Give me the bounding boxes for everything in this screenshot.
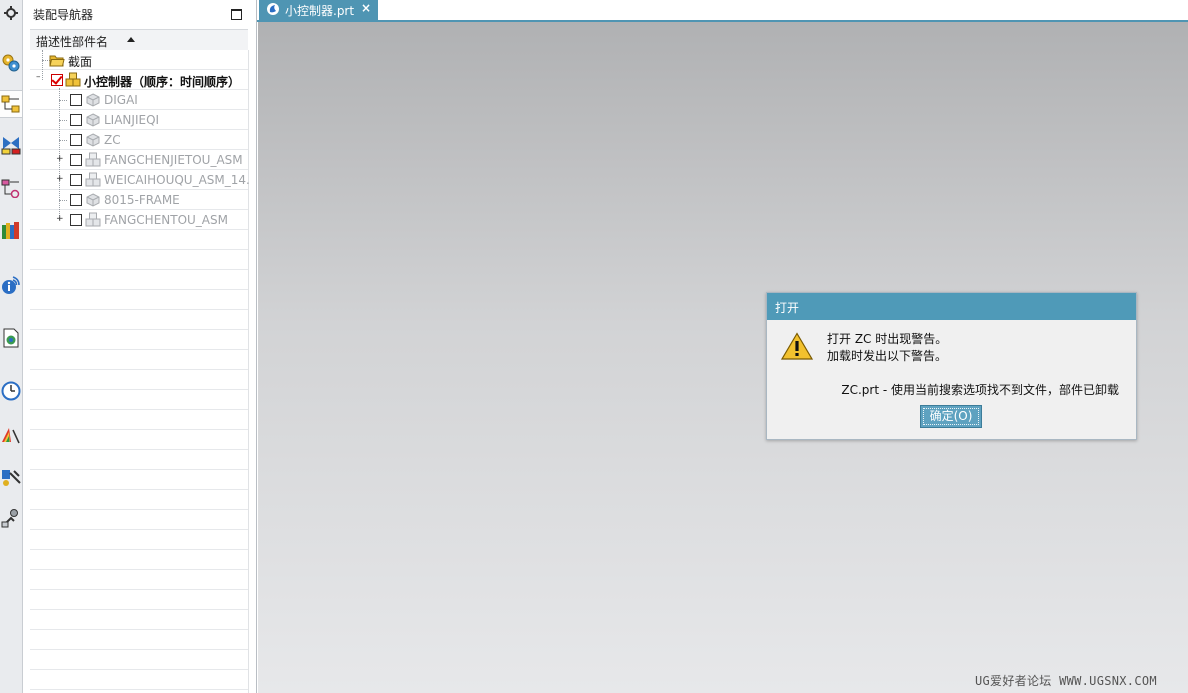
tree-row-part[interactable]: ZC: [30, 130, 248, 150]
web-browser-icon[interactable]: [0, 325, 22, 351]
visibility-checkbox[interactable]: [70, 194, 82, 206]
maximize-icon[interactable]: [231, 9, 242, 20]
open-warning-dialog: 打开 打开 ZC 时出现警告。 加载时发出以下警告。 ZC.prt - 使用当前…: [766, 292, 1137, 440]
tree-row-subassembly[interactable]: + FANGCHENJIETOU_ASM: [30, 150, 248, 170]
tree-row-part[interactable]: 8015-FRAME: [30, 190, 248, 210]
tree-row-part[interactable]: LIANJIEQI: [30, 110, 248, 130]
watermark-text: UG爱好者论坛 WWW.UGSNX.COM: [975, 674, 1157, 688]
visibility-checkbox[interactable]: [70, 94, 82, 106]
assembly-icon: [65, 72, 81, 87]
part-cube-icon: [86, 113, 100, 127]
tree-row-label: ZC: [104, 133, 121, 147]
close-icon[interactable]: ×: [361, 1, 371, 15]
warning-icon: [781, 332, 813, 360]
tree-row-label: 小控制器（顺序：时间顺序）: [84, 75, 241, 89]
subassembly-icon: [85, 172, 101, 187]
tree-row-part[interactable]: DIGAI: [30, 90, 248, 110]
part-cube-icon: [86, 93, 100, 107]
reuse-library-icon[interactable]: [0, 217, 22, 243]
info-icon[interactable]: [0, 272, 22, 298]
assembly-navigator-icon[interactable]: [0, 90, 22, 118]
visibility-checkbox[interactable]: [70, 114, 82, 126]
visibility-checkbox[interactable]: [70, 134, 82, 146]
roles-icon[interactable]: [0, 505, 22, 531]
expand-icon[interactable]: +: [56, 175, 64, 184]
subassembly-icon: [85, 212, 101, 227]
visibility-checkbox[interactable]: [70, 154, 82, 166]
process-studio-icon[interactable]: [0, 464, 22, 490]
visibility-checkbox[interactable]: [70, 214, 82, 226]
tree-row-subassembly[interactable]: + FANGCHENTOU_ASM: [30, 210, 248, 230]
tree-row-label: FANGCHENTOU_ASM: [104, 213, 228, 227]
visibility-checkbox[interactable]: [70, 174, 82, 186]
dialog-title: 打开: [775, 301, 800, 315]
nx-part-icon: [267, 3, 279, 15]
assembly-tree: 截面 – 小控制器（顺序：时间顺序） DIGAI LIANJIEQI ZC + …: [30, 50, 250, 693]
sort-ascending-icon: [127, 37, 135, 42]
visualization-icon[interactable]: [0, 422, 22, 448]
tree-row-section-folder[interactable]: 截面: [30, 50, 248, 70]
dialog-message-line1: 打开 ZC 时出现警告。: [827, 332, 948, 346]
tree-row-label: FANGCHENJIETOU_ASM: [104, 153, 243, 167]
history-icon[interactable]: [0, 378, 22, 404]
collapse-icon[interactable]: –: [36, 73, 43, 82]
ok-button[interactable]: 确定(O): [920, 405, 982, 428]
tree-row-label: 8015-FRAME: [104, 193, 180, 207]
tab-part-file[interactable]: 小控制器.prt ×: [259, 0, 378, 20]
constraint-navigator-icon[interactable]: [0, 132, 22, 158]
dialog-detail-message: ZC.prt - 使用当前搜索选项找不到文件，部件已卸载: [841, 383, 1119, 397]
tree-row-label: WEICAIHOUQU_ASM_14.: [104, 173, 250, 187]
settings-gear-icon[interactable]: [0, 0, 22, 26]
expand-icon[interactable]: +: [56, 215, 64, 224]
navigator-title: 装配导航器: [33, 8, 94, 22]
folder-icon: [49, 55, 65, 67]
column-header-label: 描述性部件名: [36, 35, 109, 49]
subassembly-icon: [85, 152, 101, 167]
assembly-gears-icon[interactable]: [0, 50, 22, 76]
tab-label: 小控制器.prt: [285, 4, 355, 18]
tree-row-subassembly[interactable]: + WEICAIHOUQU_ASM_14.: [30, 170, 250, 190]
tree-row-root-assembly[interactable]: – 小控制器（顺序：时间顺序）: [30, 70, 248, 90]
part-cube-icon: [86, 193, 100, 207]
expand-icon[interactable]: +: [56, 155, 64, 164]
assembly-navigator-panel: 装配导航器 描述性部件名 截面 – 小控制器（顺序：时间顺序） DIGAI LI…: [23, 0, 257, 693]
tree-row-label: DIGAI: [104, 93, 138, 107]
dialog-message-line2: 加载时发出以下警告。: [827, 349, 948, 363]
dialog-title-bar[interactable]: 打开: [767, 293, 1136, 320]
part-cube-icon: [86, 133, 100, 147]
document-tab-strip: 小控制器.prt ×: [257, 0, 1188, 22]
tree-row-label: 截面: [68, 55, 93, 69]
tree-row-label: LIANJIEQI: [104, 113, 160, 127]
part-navigator-icon[interactable]: [0, 175, 22, 201]
column-header[interactable]: 描述性部件名: [30, 29, 248, 51]
resource-bar: [0, 0, 23, 693]
visibility-checkbox-checked[interactable]: [51, 74, 63, 86]
